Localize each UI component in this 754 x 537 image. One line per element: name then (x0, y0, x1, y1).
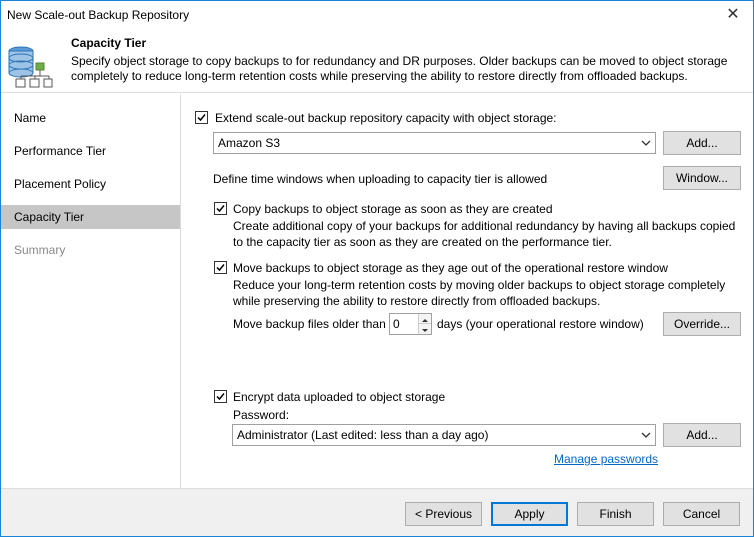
move-backups-description: Reduce your long-term retention costs by… (233, 278, 726, 308)
checkmark-icon (216, 264, 225, 272)
step-placement-policy[interactable]: Placement Policy (1, 172, 180, 196)
move-backups-label: Move backups to object storage as they a… (233, 261, 668, 275)
previous-button[interactable]: < Previous (405, 502, 482, 526)
cancel-button[interactable]: Cancel (663, 502, 740, 526)
wizard-window: New Scale-out Backup Repository ✕ Capaci… (0, 0, 754, 537)
stepper-up-icon[interactable] (418, 314, 431, 324)
window-button[interactable]: Window... (663, 166, 741, 190)
override-button[interactable]: Override... (663, 312, 741, 336)
add-password-button[interactable]: Add... (663, 423, 741, 447)
copy-backups-label: Copy backups to object storage as soon a… (233, 202, 553, 216)
capacity-tier-panel: Extend scale-out backup repository capac… (182, 94, 753, 488)
password-label: Password: (233, 408, 290, 422)
days-value: 0 (393, 317, 400, 331)
days-stepper[interactable]: 0 (389, 313, 432, 335)
stepper-down-arrow (422, 329, 428, 332)
password-value: Administrator (Last edited: less than a … (237, 428, 489, 442)
encrypt-checkbox[interactable] (214, 390, 227, 403)
close-icon[interactable]: ✕ (719, 3, 747, 27)
manage-passwords-link[interactable]: Manage passwords (554, 452, 658, 466)
move-backups-checkbox[interactable] (214, 261, 227, 274)
checkmark-icon (216, 205, 225, 213)
time-window-text: Define time windows when uploading to ca… (213, 172, 548, 186)
wizard-footer: < Previous Apply Finish Cancel (1, 488, 753, 536)
checkmark-icon (197, 114, 206, 122)
step-name[interactable]: Name (1, 106, 180, 130)
object-storage-select[interactable]: Amazon S3 (213, 132, 656, 154)
encrypt-label: Encrypt data uploaded to object storage (233, 390, 446, 404)
add-storage-button[interactable]: Add... (663, 131, 741, 155)
extend-capacity-label: Extend scale-out backup repository capac… (215, 111, 557, 125)
checkmark-icon (216, 393, 225, 401)
finish-button[interactable]: Finish (577, 502, 654, 526)
page-description: Specify object storage to copy backups t… (71, 54, 728, 83)
wizard-steps: Name Performance Tier Placement Policy C… (1, 94, 181, 488)
stepper-down-icon[interactable] (418, 324, 431, 334)
chevron-down-icon (641, 140, 651, 146)
repository-icon (8, 46, 53, 88)
step-capacity-tier[interactable]: Capacity Tier (1, 205, 180, 229)
apply-button[interactable]: Apply (491, 502, 568, 526)
title-bar: New Scale-out Backup Repository ✕ (1, 1, 753, 31)
page-title: Capacity Tier (71, 36, 147, 50)
object-storage-value: Amazon S3 (218, 136, 281, 150)
window-title: New Scale-out Backup Repository (7, 8, 190, 22)
step-summary: Summary (14, 243, 66, 257)
copy-backups-checkbox[interactable] (214, 202, 227, 215)
move-older-label: Move backup files older than (233, 317, 386, 331)
chevron-down-icon (641, 432, 651, 438)
wizard-header: Capacity Tier Specify object storage to … (1, 31, 753, 93)
extend-capacity-checkbox[interactable] (195, 111, 208, 124)
step-performance-tier[interactable]: Performance Tier (1, 139, 180, 163)
days-suffix-label: days (your operational restore window) (437, 317, 644, 331)
copy-backups-description: Create additional copy of your backups f… (233, 219, 736, 249)
password-select[interactable]: Administrator (Last edited: less than a … (232, 424, 656, 446)
